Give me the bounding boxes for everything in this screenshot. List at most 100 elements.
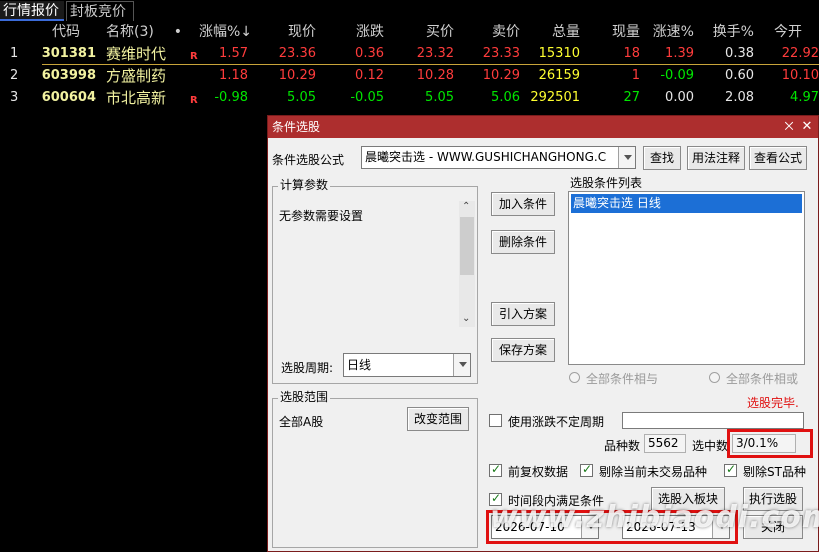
formula-label: 条件选股公式 [272, 153, 345, 167]
price: 10.29 [278, 68, 316, 83]
stock-name: 赛维时代 [106, 45, 167, 63]
change-range-button[interactable]: 改变范围 [407, 407, 469, 431]
cond-list[interactable]: 晨曦突击选 日线 [568, 191, 805, 365]
import-plan-button[interactable]: 引入方案 [491, 302, 555, 326]
view-formula-button[interactable]: 查看公式 [749, 146, 807, 170]
scroll-thumb[interactable] [460, 217, 474, 275]
row-index: 1 [10, 46, 19, 61]
open: 10.10 [781, 68, 819, 83]
tab-bar: 行情报价 封板竞价 [0, 0, 819, 21]
ask: 5.06 [491, 90, 520, 105]
chg-pct: 1.18 [219, 68, 248, 83]
turnover: 2.08 [725, 90, 754, 105]
chg: -0.05 [350, 90, 384, 105]
tab-auction[interactable]: 封板竞价 [66, 1, 134, 21]
params-title: 计算参数 [278, 178, 331, 192]
period-value: 日线 [347, 358, 372, 372]
dialog-title[interactable]: 条件选股 [268, 116, 818, 138]
header-chg-pct[interactable]: 涨幅%↓ [196, 21, 252, 43]
cond-list-item[interactable]: 晨曦突击选 日线 [571, 194, 802, 213]
radio-or[interactable] [709, 372, 720, 383]
chg: 0.12 [355, 68, 384, 83]
adjust-label: 前复权数据 [508, 465, 569, 479]
usage-notes-button[interactable]: 用法注释 [687, 146, 745, 170]
header-turnover[interactable]: 换手% [706, 21, 754, 43]
volume: 292501 [530, 90, 580, 105]
header-speed[interactable]: 涨速% [646, 21, 694, 43]
cond-list-title: 选股条件列表 [570, 176, 643, 190]
stock-name: 市北高新 [106, 89, 167, 107]
scroll-down-icon[interactable]: ⌄ [462, 313, 470, 324]
tab-quotes[interactable]: 行情报价 [0, 1, 64, 21]
bid: 10.28 [416, 68, 454, 83]
header-bid[interactable]: 买价 [408, 21, 454, 43]
table-row[interactable]: 2 603998 方盛制药 1.18 10.29 0.12 10.28 10.2… [0, 65, 819, 87]
exclude-untraded-checkbox[interactable] [580, 462, 593, 477]
header-flag[interactable]: • [172, 21, 182, 43]
adjust-checkbox[interactable] [489, 462, 502, 477]
volume: 26159 [538, 68, 580, 83]
radio-and[interactable] [569, 372, 580, 383]
header-name[interactable]: 名称(3) [106, 21, 166, 43]
params-group: 无参数需要设置 ⌃ ⌄ 选股周期: 日线 [272, 186, 478, 384]
speed: 1.39 [665, 46, 694, 61]
irregular-period-checkbox[interactable] [489, 414, 502, 427]
chg-pct: 1.57 [219, 46, 248, 61]
stock-code: 600604 [41, 90, 96, 105]
turnover: 0.60 [725, 68, 754, 83]
add-condition-button[interactable]: 加入条件 [491, 192, 555, 216]
stock-name: 方盛制药 [106, 67, 167, 85]
header-chg[interactable]: 涨跌 [340, 21, 384, 43]
irregular-period-input[interactable] [622, 412, 804, 429]
irregular-period-label: 使用涨跌不定周期 [508, 415, 605, 429]
selected-label: 选中数 [692, 439, 729, 453]
period-select[interactable]: 日线 [343, 353, 471, 377]
bid: 5.05 [425, 90, 454, 105]
find-button[interactable]: 查找 [643, 146, 681, 170]
table-row[interactable]: 1 301381 赛维时代 R 1.57 23.36 0.36 23.32 23… [0, 43, 819, 65]
header-cur-vol[interactable]: 现量 [596, 21, 640, 43]
table-row[interactable]: 3 600604 市北高新 R -0.98 5.05 -0.05 5.05 5.… [0, 87, 819, 109]
cur-vol: 27 [623, 90, 640, 105]
chg: 0.36 [355, 46, 384, 61]
header-volume[interactable]: 总量 [540, 21, 580, 43]
period-label: 选股周期: [281, 361, 334, 375]
radio-or-label: 全部条件相或 [726, 372, 799, 386]
condition-select-dialog: 条件选股 ⨉ ✕ 条件选股公式 晨曦突击选 - WWW.GUSHICHANGHO… [267, 115, 819, 552]
bid: 23.32 [416, 46, 454, 61]
header-open[interactable]: 今开 [774, 21, 819, 43]
delete-condition-button[interactable]: 删除条件 [491, 230, 555, 254]
ask: 23.33 [482, 46, 520, 61]
chevron-down-icon[interactable] [453, 354, 470, 376]
speed: -0.09 [660, 68, 694, 83]
close-icon[interactable]: ✕ [798, 116, 816, 138]
cur-vol: 18 [623, 46, 640, 61]
chg-pct: -0.98 [214, 90, 248, 105]
price: 23.36 [278, 46, 316, 61]
open: 22.92 [781, 46, 819, 61]
exclude-st-checkbox[interactable] [724, 462, 737, 477]
stock-code: 603998 [41, 68, 96, 83]
chevron-down-icon[interactable] [618, 147, 635, 168]
header-ask[interactable]: 卖价 [474, 21, 520, 43]
params-scrollbar[interactable]: ⌃ ⌄ [459, 201, 475, 327]
header-price[interactable]: 现价 [270, 21, 316, 43]
params-text: 无参数需要设置 [279, 209, 364, 223]
count-value: 5562 [644, 434, 686, 453]
header-code[interactable]: 代码 [46, 21, 80, 43]
stock-code: 301381 [41, 46, 96, 61]
radio-and-label: 全部条件相与 [586, 372, 659, 386]
exclude-st-label: 剔除ST品种 [743, 465, 806, 479]
price: 5.05 [287, 90, 316, 105]
range-value: 全部A股 [279, 415, 324, 429]
range-group: 全部A股 改变范围 [272, 398, 478, 548]
turnover: 0.38 [725, 46, 754, 61]
scroll-up-icon[interactable]: ⌃ [462, 201, 470, 212]
exclude-untraded-label: 剔除当前未交易品种 [599, 465, 708, 479]
range-title: 选股范围 [278, 390, 331, 404]
dialog-help-icon[interactable]: ⨉ [780, 116, 798, 138]
row-index: 3 [10, 90, 19, 105]
speed: 0.00 [665, 90, 694, 105]
formula-select[interactable]: 晨曦突击选 - WWW.GUSHICHANGHONG.C [361, 146, 636, 169]
save-plan-button[interactable]: 保存方案 [491, 338, 555, 362]
